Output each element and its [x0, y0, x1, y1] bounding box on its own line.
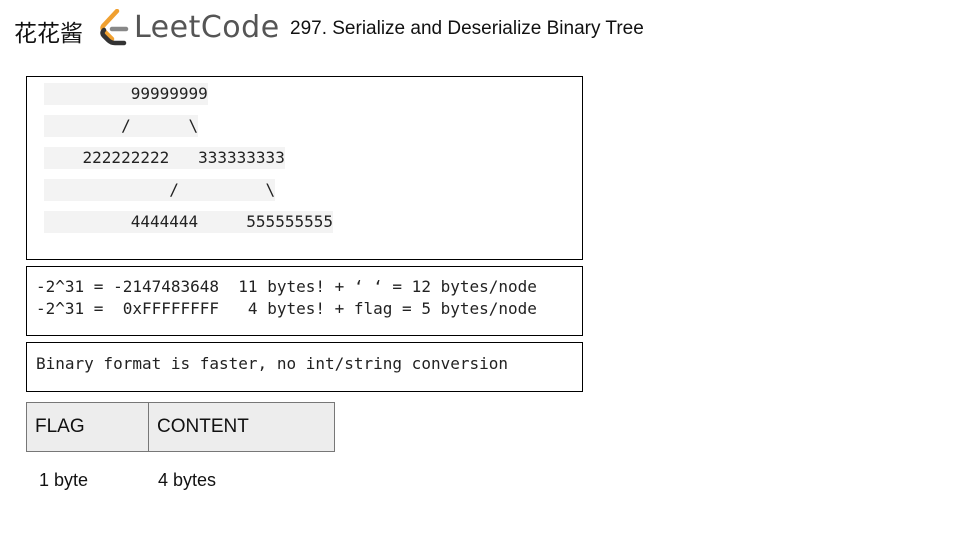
tree-line-root-edges: / \ — [44, 115, 199, 137]
page-title: 297. Serialize and Deserialize Binary Tr… — [290, 18, 644, 39]
tree-example-box: 99999999 / \ 222222222 333333333 / \ 444… — [26, 76, 583, 260]
leetcode-logo-icon — [100, 9, 129, 46]
brand-leetcode-wordmark: LeetCode — [134, 10, 280, 45]
string-size-line: -2^31 = -2147483648 11 bytes! + ‘ ‘ = 12… — [36, 277, 537, 296]
brand-chinese-name: 花花酱 — [14, 21, 83, 47]
tree-line-level-1: 222222222 333333333 — [44, 147, 285, 169]
content-cell: CONTENT — [148, 402, 335, 452]
tree-line-root: 99999999 — [44, 83, 208, 105]
flag-size-label: 1 byte — [39, 470, 89, 490]
binary-format-note: Binary format is faster, no int/string c… — [36, 354, 509, 373]
tree-line-level-1-edges: / \ — [44, 179, 276, 201]
byte-size-comparison-box: -2^31 = -2147483648 11 bytes! + ‘ ‘ = 12… — [26, 266, 583, 336]
binary-format-note-box: Binary format is faster, no int/string c… — [26, 342, 583, 392]
flag-cell: FLAG — [26, 402, 149, 452]
tree-line-level-2: 4444444 555555555 — [44, 211, 333, 233]
content-size-label: 4 bytes — [158, 470, 217, 490]
binary-size-line: -2^31 = 0xFFFFFFFF 4 bytes! + flag = 5 b… — [36, 299, 537, 318]
